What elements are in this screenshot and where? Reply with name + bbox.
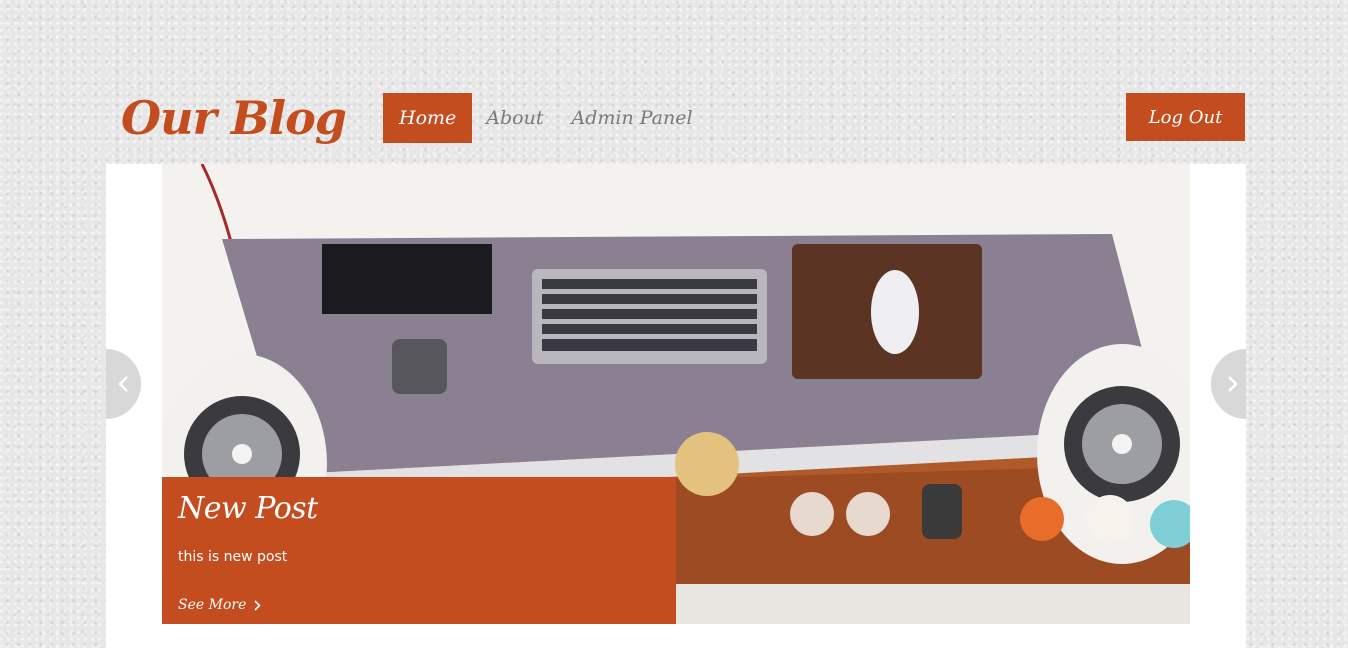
slider-next-button[interactable] bbox=[1211, 349, 1246, 419]
main-nav: Home About Admin Panel bbox=[383, 93, 707, 143]
nav-admin-panel[interactable]: Admin Panel bbox=[557, 93, 706, 143]
slider-prev-button[interactable] bbox=[106, 349, 141, 419]
log-out-button[interactable]: Log Out bbox=[1126, 93, 1245, 141]
post-slider: New Post this is new post See More bbox=[106, 164, 1246, 648]
slider-prev-control[interactable] bbox=[106, 349, 141, 419]
slide-caption: New Post this is new post See More bbox=[162, 477, 676, 624]
chevron-right-icon bbox=[1228, 376, 1238, 392]
see-more-link[interactable]: See More bbox=[178, 597, 261, 613]
nav-about[interactable]: About bbox=[472, 93, 557, 143]
post-excerpt: this is new post bbox=[178, 549, 288, 565]
chevron-right-icon bbox=[254, 599, 261, 611]
post-title[interactable]: New Post bbox=[178, 491, 318, 526]
see-more-label: See More bbox=[178, 597, 247, 613]
slider-next-control[interactable] bbox=[1211, 349, 1246, 419]
site-logo[interactable]: Our Blog bbox=[121, 88, 347, 148]
nav-home[interactable]: Home bbox=[383, 93, 473, 143]
chevron-left-icon bbox=[118, 376, 128, 392]
